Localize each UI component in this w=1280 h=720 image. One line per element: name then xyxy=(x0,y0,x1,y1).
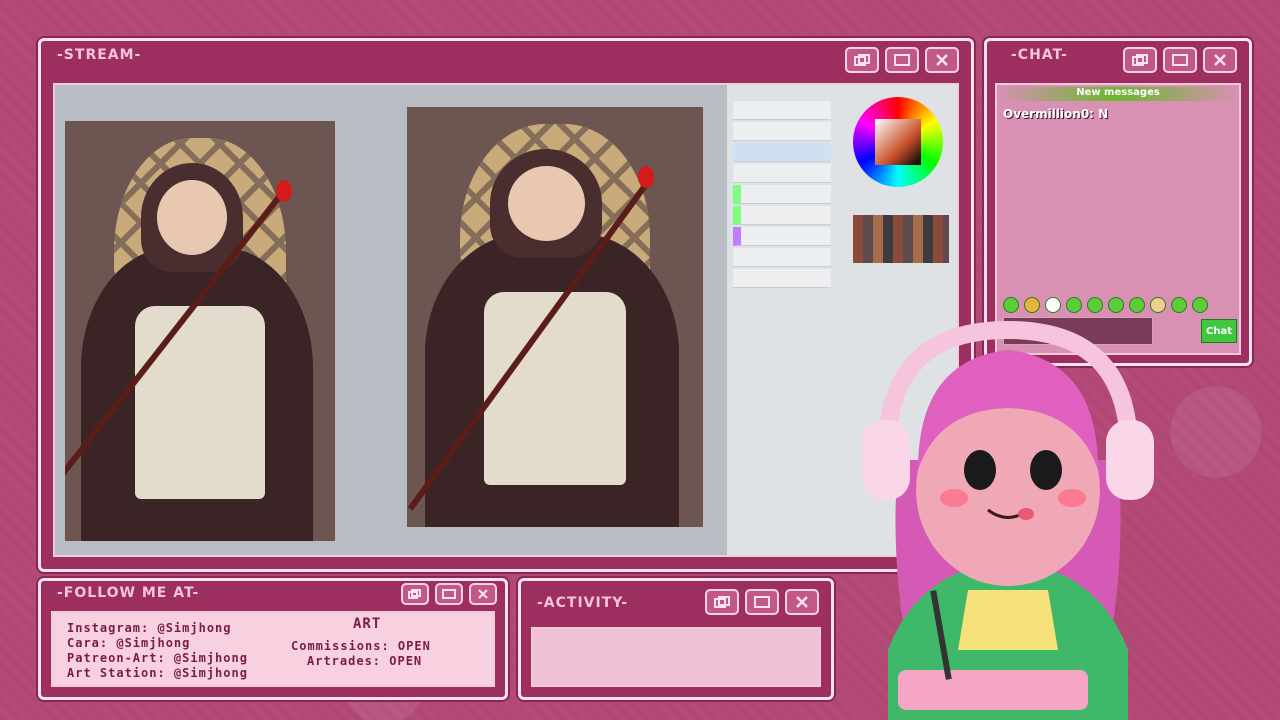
social-patreon: Patreon-Art: @Simjhong xyxy=(67,651,248,665)
social-links: Instagram: @Simjhong Cara: @Simjhong Pat… xyxy=(67,621,248,681)
new-messages-banner[interactable]: New messages xyxy=(997,87,1239,101)
chat-panel: -CHAT- New messages Overmillion0: N Chat xyxy=(984,38,1252,366)
restore-button[interactable] xyxy=(401,583,429,605)
stream-panel-title: -STREAM- xyxy=(57,47,142,63)
chat-send-button[interactable]: Chat xyxy=(1201,319,1237,343)
maximize-button[interactable] xyxy=(1163,47,1197,73)
stream-window-controls xyxy=(845,47,959,73)
emote-icon[interactable] xyxy=(1108,297,1124,313)
vtuber-avatar xyxy=(862,320,1154,720)
chat-message: Overmillion0: N xyxy=(1003,107,1109,121)
emote-icon[interactable] xyxy=(1171,297,1187,313)
follow-panel-title: -FOLLOW ME AT- xyxy=(57,585,200,601)
social-instagram: Instagram: @Simjhong xyxy=(67,621,232,635)
restore-button[interactable] xyxy=(705,589,739,615)
restore-button[interactable] xyxy=(1123,47,1157,73)
commissions-status: Commissions: OPEN xyxy=(291,639,431,653)
activity-panel: -ACTIVITY- xyxy=(518,578,834,700)
chat-panel-title: -CHAT- xyxy=(1011,47,1068,63)
color-wheel[interactable] xyxy=(853,97,943,187)
close-button[interactable] xyxy=(785,589,819,615)
activity-panel-title: -ACTIVITY- xyxy=(537,595,629,611)
drawing-canvas-area[interactable] xyxy=(55,85,727,555)
emote-icon[interactable] xyxy=(1066,297,1082,313)
restore-button[interactable] xyxy=(845,47,879,73)
color-swatches[interactable] xyxy=(853,215,949,263)
close-button[interactable] xyxy=(1203,47,1237,73)
maximize-button[interactable] xyxy=(885,47,919,73)
stream-capture xyxy=(53,83,959,557)
follow-panel: -FOLLOW ME AT- Instagram: @Simjhong Cara… xyxy=(38,578,508,700)
chat-area: New messages Overmillion0: N Chat xyxy=(995,83,1241,355)
layers-list[interactable] xyxy=(727,85,837,288)
emote-icon[interactable] xyxy=(1129,297,1145,313)
emote-icon[interactable] xyxy=(1087,297,1103,313)
emote-icon[interactable] xyxy=(1150,297,1166,313)
stream-panel: -STREAM- xyxy=(38,38,974,572)
social-artstation: Art Station: @Simjhong xyxy=(67,666,248,680)
artrades-status: Artrades: OPEN xyxy=(307,654,423,668)
follow-content: Instagram: @Simjhong Cara: @Simjhong Pat… xyxy=(51,611,495,687)
activity-feed xyxy=(531,627,821,687)
emote-icon[interactable] xyxy=(1045,297,1061,313)
close-button[interactable] xyxy=(469,583,497,605)
social-cara: Cara: @Simjhong xyxy=(67,636,191,650)
follow-window-controls xyxy=(401,583,497,605)
close-button[interactable] xyxy=(925,47,959,73)
artwork-canvas[interactable] xyxy=(407,107,703,527)
emote-icon[interactable] xyxy=(1024,297,1040,313)
emote-icon[interactable] xyxy=(1003,297,1019,313)
emote-bar xyxy=(1003,297,1208,313)
emote-icon[interactable] xyxy=(1192,297,1208,313)
art-heading: ART xyxy=(353,616,382,632)
artwork-reference xyxy=(65,121,335,541)
chat-window-controls xyxy=(1123,47,1237,73)
maximize-button[interactable] xyxy=(745,589,779,615)
maximize-button[interactable] xyxy=(435,583,463,605)
activity-window-controls xyxy=(705,589,819,615)
